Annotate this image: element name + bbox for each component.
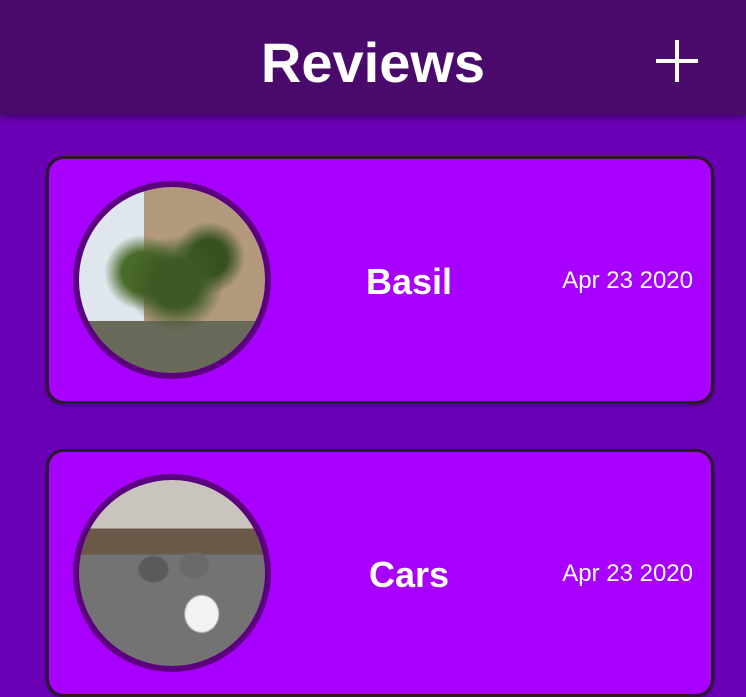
review-date: Apr 23 2020 [562, 560, 693, 587]
app-header: Reviews [0, 0, 746, 115]
review-name: Cars [368, 554, 450, 595]
add-icon[interactable] [652, 36, 702, 86]
review-name: Basil [365, 261, 453, 302]
review-photo-basil [73, 181, 271, 379]
review-card-basil[interactable]: Basil Apr 23 2020 [46, 156, 714, 404]
review-photo-cars [73, 474, 271, 672]
page-title: Reviews [260, 31, 486, 94]
review-card-cars[interactable]: Cars Apr 23 2020 [46, 449, 714, 697]
review-date: Apr 23 2020 [562, 267, 693, 294]
